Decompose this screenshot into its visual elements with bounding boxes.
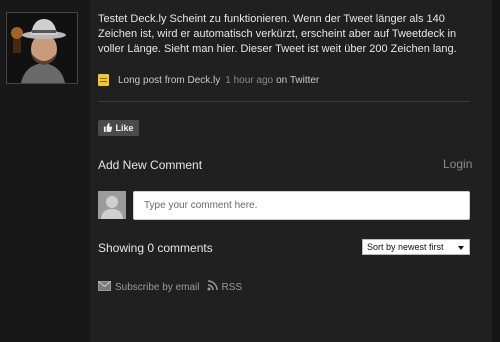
comment-input[interactable] — [133, 191, 470, 220]
post-time[interactable]: 1 hour ago — [225, 75, 273, 86]
like-button[interactable]: Like — [98, 120, 139, 136]
thumbs-up-icon — [103, 122, 113, 134]
sort-select[interactable]: Sort by newest first — [362, 239, 470, 255]
login-link[interactable]: Login — [443, 157, 472, 171]
post-via[interactable]: on Twitter — [276, 75, 319, 86]
sort-selected-value: Sort by newest first — [367, 242, 444, 252]
author-avatar[interactable] — [6, 12, 78, 84]
subscribe-email-link[interactable]: Subscribe by email — [115, 282, 199, 293]
post-source-link[interactable]: Long post from Deck.ly — [118, 75, 220, 86]
rss-link[interactable]: RSS — [221, 282, 242, 293]
default-user-avatar — [98, 191, 126, 219]
post-meta: Long post from Deck.ly 1 hour ago on Twi… — [98, 73, 319, 87]
post-text: Testet Deck.ly Scheint zu funktionieren.… — [98, 13, 457, 55]
divider — [98, 101, 470, 102]
like-label: Like — [115, 123, 134, 133]
rss-icon[interactable] — [207, 280, 219, 294]
subscribe-row: Subscribe by email RSS — [98, 280, 242, 294]
add-comment-heading: Add New Comment — [98, 158, 203, 172]
right-edge-background — [492, 0, 500, 342]
note-icon — [98, 74, 109, 86]
comment-count: Showing 0 comments — [98, 241, 213, 255]
chevron-down-icon — [458, 246, 464, 250]
mail-icon[interactable] — [98, 280, 111, 294]
